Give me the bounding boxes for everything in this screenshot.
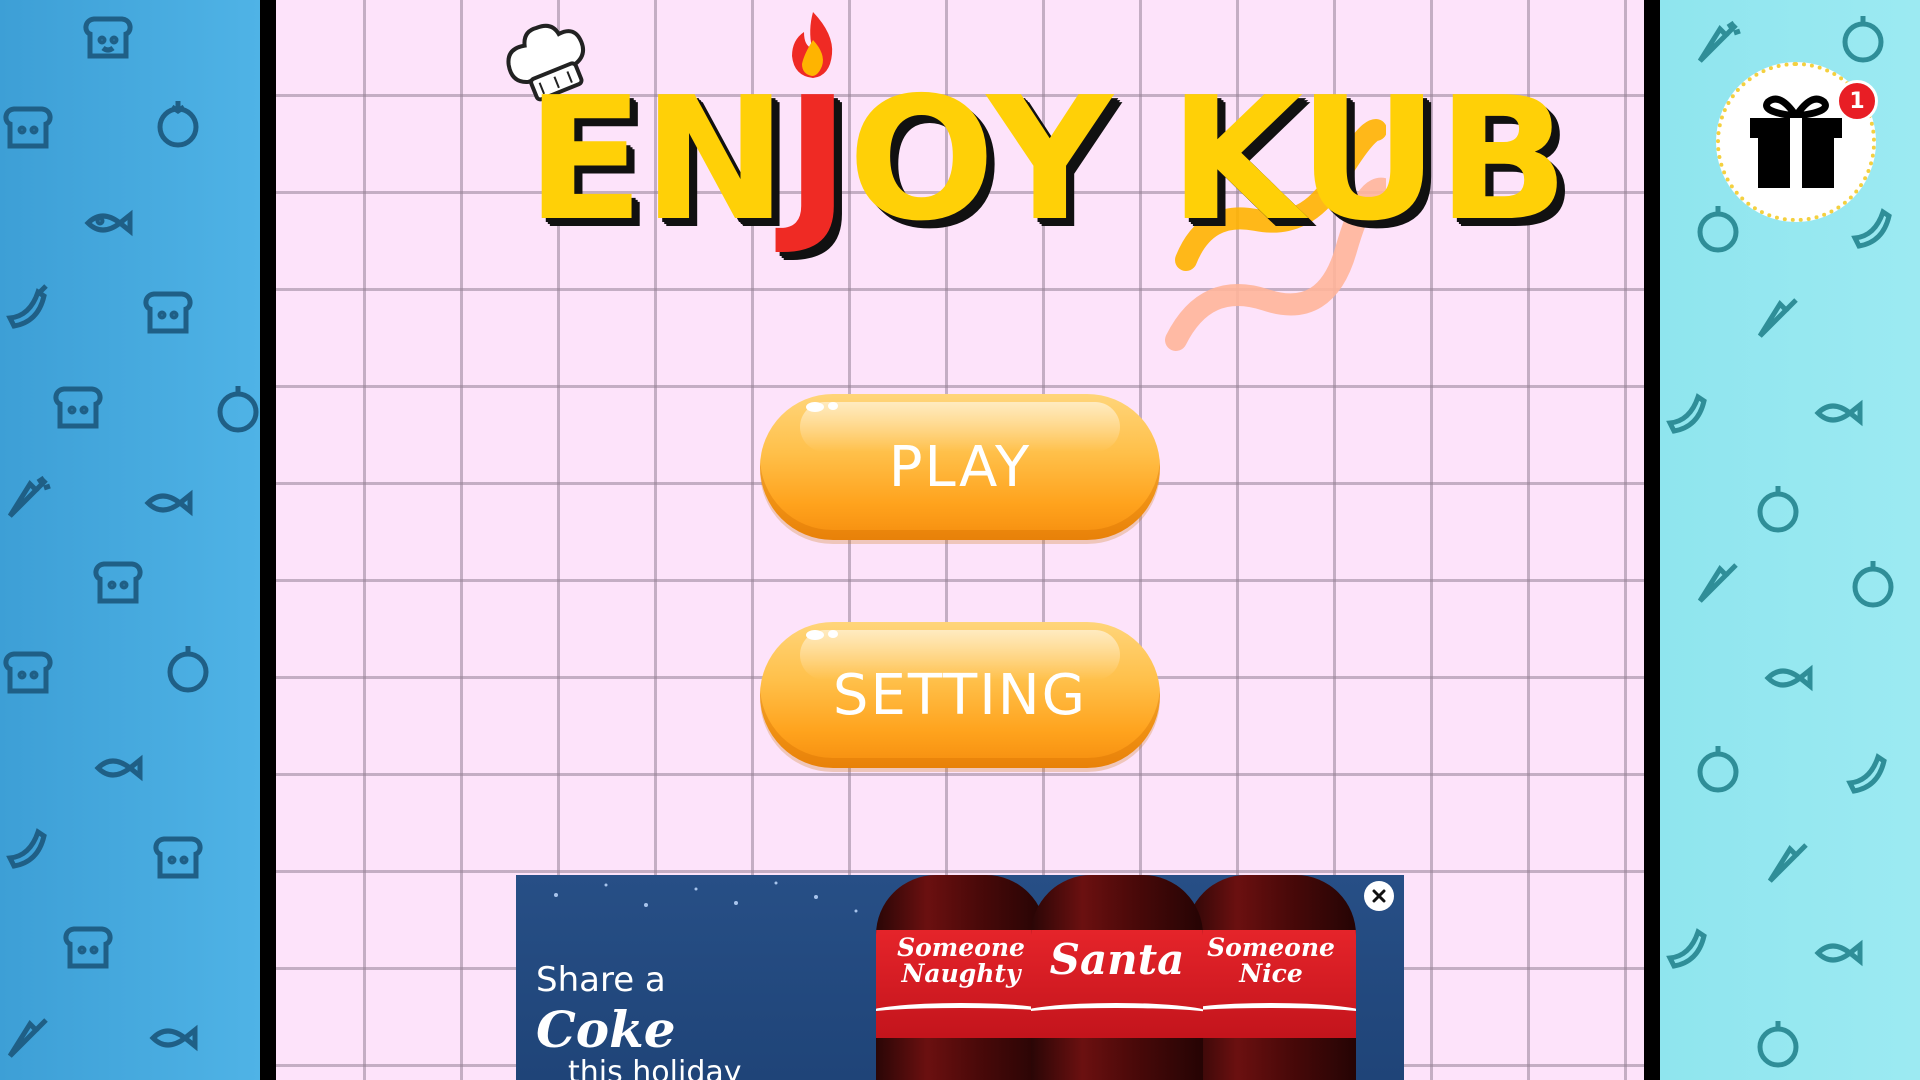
fish-icon [145, 1010, 201, 1066]
toast-icon [0, 645, 56, 701]
title-part-1: EN [525, 61, 788, 259]
title-text: ENJOY KUB [526, 75, 1569, 245]
left-pattern-panel [0, 0, 260, 1080]
setting-button-label: SETTING [832, 662, 1088, 728]
ad-banner[interactable]: Share a Coke this holiday Someone Naught… [516, 875, 1404, 1080]
ad-line-2: this holiday [568, 1055, 742, 1080]
title-part-2: J [785, 61, 850, 259]
carrot-icon [1750, 290, 1806, 346]
chili-icon [1660, 385, 1716, 441]
chili-icon [0, 820, 56, 876]
chili-icon [0, 280, 56, 336]
tomato-icon [210, 380, 260, 436]
tomato-icon [1690, 200, 1746, 256]
carrot-icon [1690, 15, 1746, 71]
fish-icon [1810, 925, 1866, 981]
ad-slogan: Share a Coke this holiday [536, 960, 796, 1080]
game-title: ENJOY KUB [526, 12, 1569, 275]
ad-brand-logo: Coke [536, 1000, 676, 1059]
toast-icon [140, 285, 196, 341]
ad-bottle: Someone Nice [1186, 875, 1356, 1080]
tomato-icon [1750, 1015, 1806, 1071]
play-button-label: PLAY [888, 434, 1032, 500]
fish-icon [1810, 385, 1866, 441]
toast-icon [0, 100, 56, 156]
tomato-icon [1690, 740, 1746, 796]
bottle-name: Santa [1049, 935, 1185, 984]
toast-icon [60, 920, 116, 976]
fish-icon [80, 195, 136, 251]
tomato-icon [1750, 480, 1806, 536]
notification-badge: 1 [1836, 80, 1878, 122]
carrot-icon [0, 470, 56, 526]
gift-icon [1750, 95, 1842, 188]
setting-button[interactable]: SETTING [760, 622, 1160, 768]
ad-line-1: Share a [536, 960, 666, 1000]
tomato-icon [160, 640, 216, 696]
fish-icon [140, 475, 196, 531]
carrot-icon [0, 1010, 56, 1066]
close-icon[interactable] [1364, 881, 1394, 911]
toast-icon [90, 555, 146, 611]
carrot-icon [1690, 555, 1746, 611]
fish-icon [1760, 650, 1816, 706]
tomato-icon [150, 95, 206, 151]
ad-bottle: Someone Naughty [876, 875, 1046, 1080]
grid-paper-background: ENJOY KUB PLAY SETTING Share a Coke this… [276, 0, 1644, 1080]
chili-icon [1845, 200, 1901, 256]
bottle-name: Someone Nice [1207, 933, 1335, 988]
play-button[interactable]: PLAY [760, 394, 1160, 540]
toast-icon [150, 830, 206, 886]
tomato-icon [1845, 555, 1901, 611]
ad-bottle: Santa [1031, 875, 1203, 1080]
toast-icon [80, 10, 136, 66]
title-part-3: OY KUB [847, 61, 1569, 259]
carrot-icon [1760, 835, 1816, 891]
chili-icon [1840, 745, 1896, 801]
tomato-icon [1835, 10, 1891, 66]
bottle-name: Someone Naughty [897, 933, 1025, 988]
toast-icon [50, 380, 106, 436]
game-board: ENJOY KUB PLAY SETTING Share a Coke this… [260, 0, 1660, 1080]
fish-icon [90, 740, 146, 796]
chili-icon [1660, 920, 1716, 976]
